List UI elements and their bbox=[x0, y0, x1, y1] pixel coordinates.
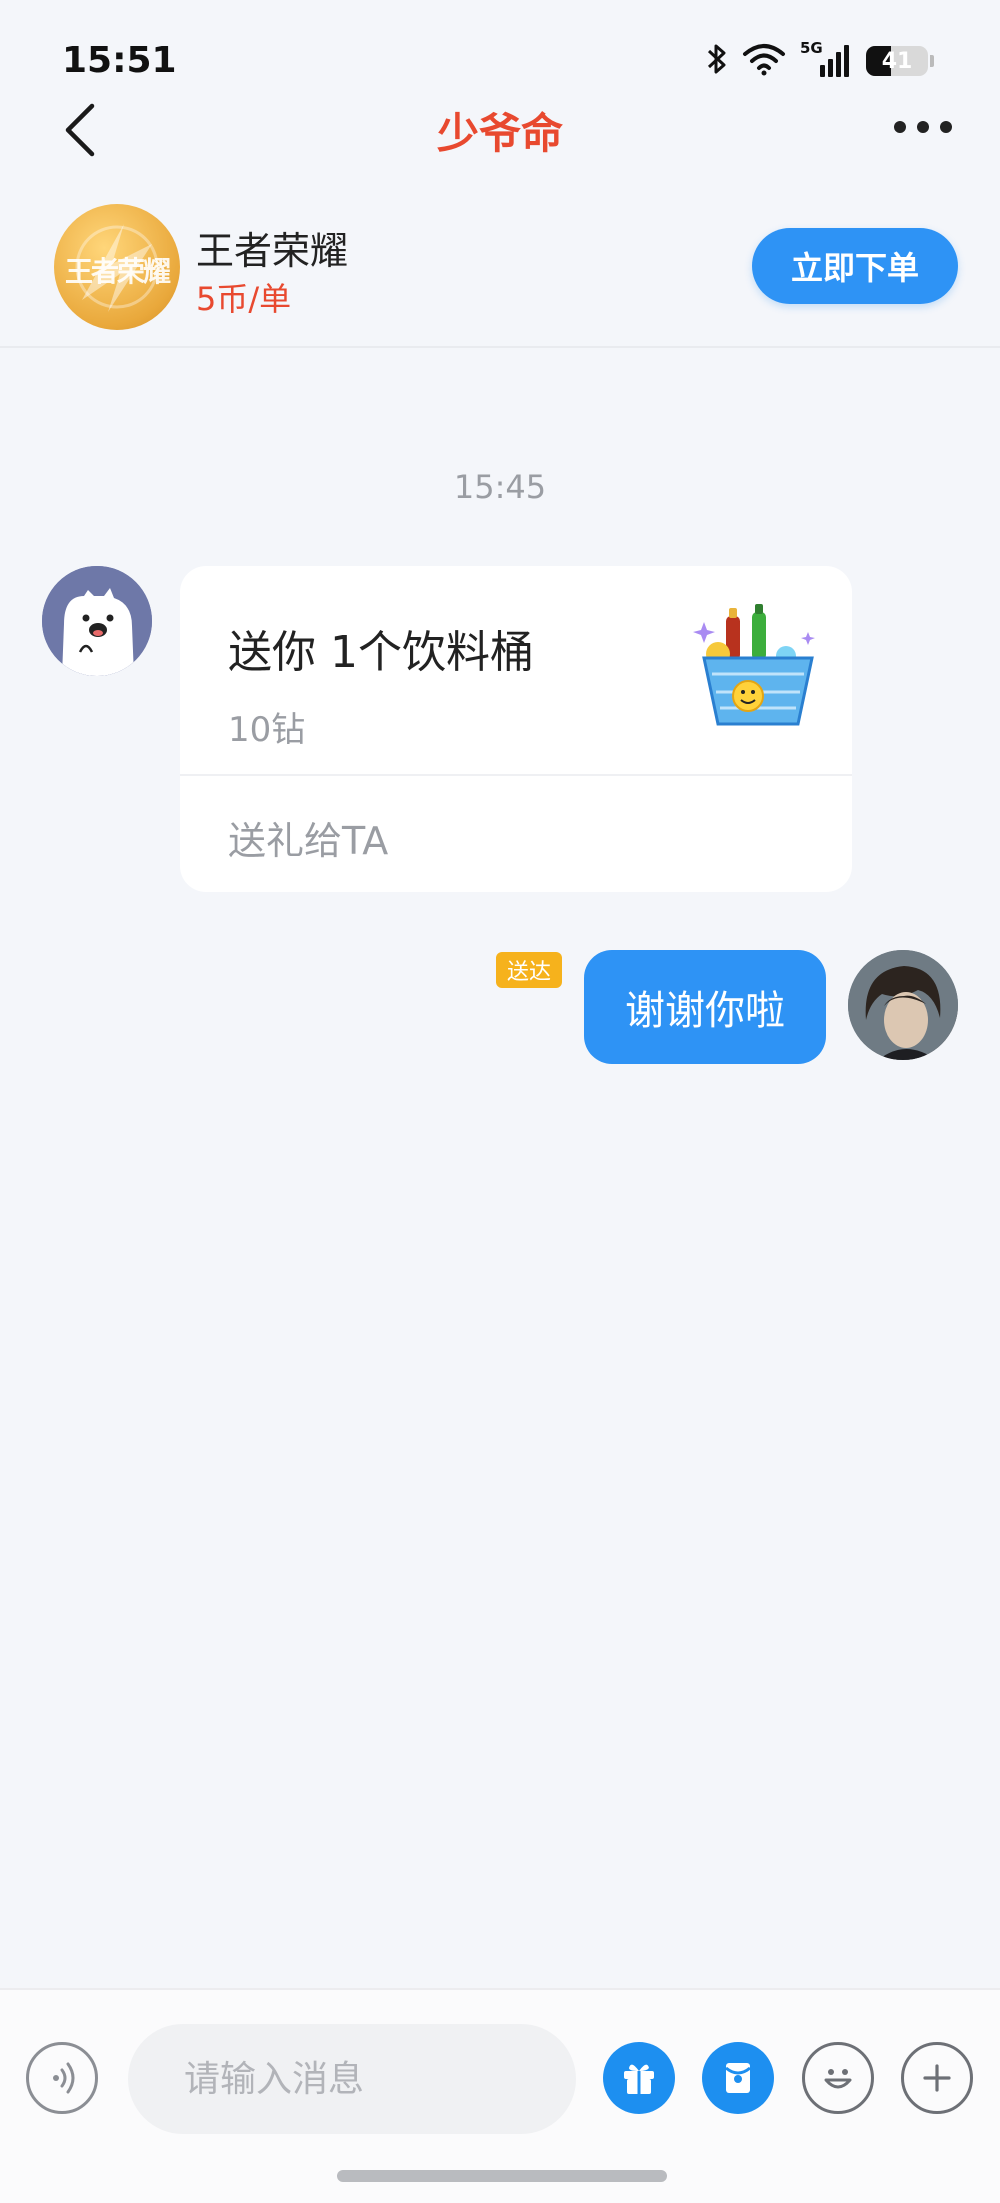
gift-divider bbox=[180, 774, 852, 776]
emoji-button[interactable] bbox=[802, 2042, 874, 2114]
send-gift-link[interactable]: 送礼给TA bbox=[228, 810, 388, 865]
gift-icon bbox=[624, 2064, 654, 2094]
user-photo-icon bbox=[848, 950, 958, 1060]
status-time: 15:51 bbox=[62, 40, 177, 81]
voice-icon bbox=[53, 2062, 75, 2094]
more-dots-icon bbox=[894, 121, 952, 133]
gift-price: 10钻 bbox=[228, 710, 306, 750]
chat-timestamp: 15:45 bbox=[453, 468, 547, 506]
message-input[interactable] bbox=[128, 2024, 576, 2134]
wifi-icon bbox=[742, 42, 786, 80]
signal-icon: 5G bbox=[800, 39, 852, 79]
gift-message-card[interactable]: 送你 1个饮料桶 10钻 送礼给TA bbox=[180, 566, 852, 892]
voice-button[interactable] bbox=[26, 2042, 98, 2114]
gift-title: 送你 1个饮料桶 bbox=[228, 627, 534, 678]
battery-cap bbox=[930, 55, 934, 67]
order-now-button[interactable]: 立即下单 bbox=[752, 228, 958, 304]
gift-button[interactable] bbox=[603, 2042, 675, 2114]
home-indicator[interactable] bbox=[337, 2170, 667, 2182]
game-logo[interactable]: 王者荣耀 bbox=[54, 204, 180, 330]
red-packet-icon bbox=[725, 2063, 751, 2093]
service-card: 王者荣耀 王者荣耀 5币/单 立即下单 bbox=[0, 196, 1000, 348]
status-icons: 5G 41 bbox=[706, 39, 934, 80]
plus-icon bbox=[923, 2064, 951, 2092]
more-actions-button[interactable] bbox=[901, 2042, 973, 2114]
nav-bar: 少爷命 bbox=[0, 90, 1000, 170]
page-title: 少爷命 bbox=[436, 109, 563, 158]
user-avatar[interactable] bbox=[848, 950, 958, 1060]
game-price: 5币/单 bbox=[196, 280, 292, 318]
game-name: 王者荣耀 bbox=[196, 229, 349, 273]
bluetooth-icon bbox=[706, 42, 728, 80]
bear-avatar-icon bbox=[42, 566, 152, 676]
delivered-badge: 送达 bbox=[496, 952, 562, 988]
status-bar: 15:51 5G 41 bbox=[0, 0, 1000, 100]
battery-level: 41 bbox=[881, 48, 913, 74]
contact-avatar[interactable] bbox=[42, 566, 152, 676]
emoji-icon bbox=[824, 2069, 852, 2089]
game-logo-text: 王者荣耀 bbox=[64, 255, 171, 288]
red-packet-button[interactable] bbox=[702, 2042, 774, 2114]
drink-bucket-icon bbox=[690, 602, 826, 732]
more-button[interactable] bbox=[888, 102, 958, 152]
sent-message-bubble[interactable]: 谢谢你啦 bbox=[584, 950, 826, 1064]
battery-icon: 41 bbox=[866, 46, 934, 76]
